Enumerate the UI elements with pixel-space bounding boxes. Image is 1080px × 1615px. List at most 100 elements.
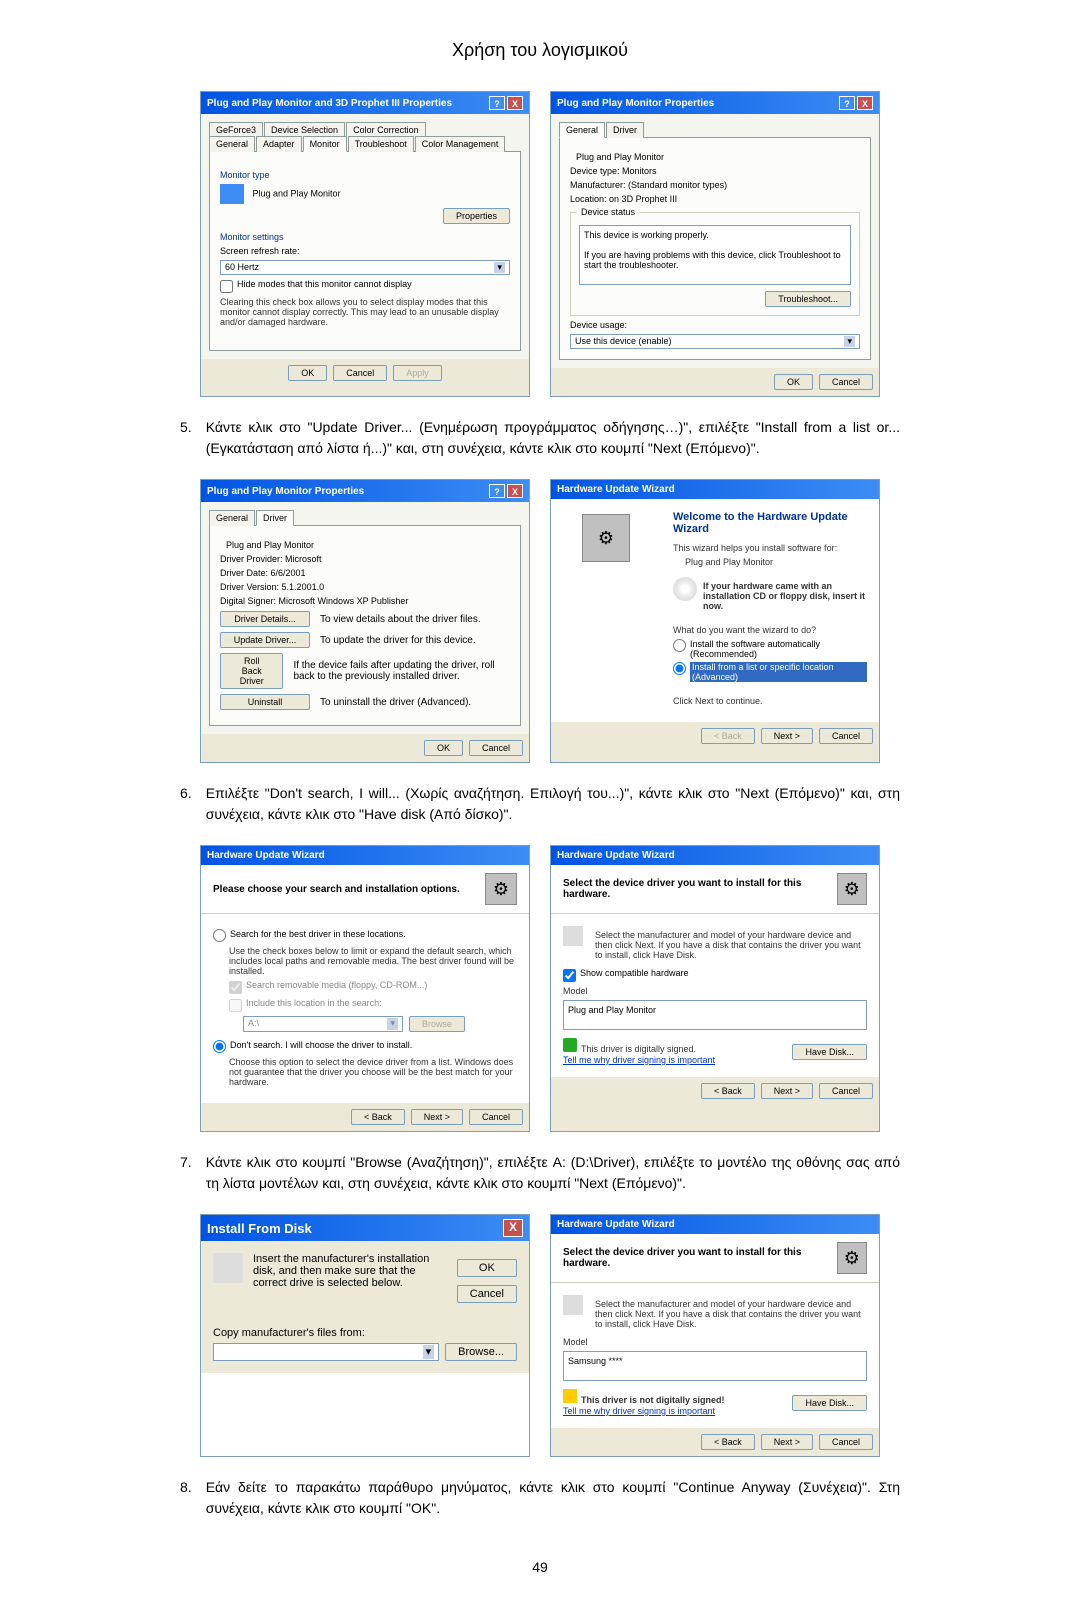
device-usage-value: Use this device (enable) <box>575 336 672 347</box>
provider-label: Driver Provider: <box>220 554 283 564</box>
step-text: Κάντε κλικ στο κουμπί "Browse (Αναζήτηση… <box>206 1152 900 1194</box>
tab-color-correction[interactable]: Color Correction <box>346 122 426 137</box>
next-button[interactable]: Next > <box>761 1434 813 1450</box>
refresh-rate-dropdown[interactable]: 60 Hertz ▾ <box>220 260 510 275</box>
cancel-button[interactable]: Cancel <box>333 365 387 381</box>
cancel-button[interactable]: Cancel <box>469 1109 523 1125</box>
why-signing-link[interactable]: Tell me why driver signing is important <box>563 1055 715 1065</box>
tab-geforce3[interactable]: GeForce3 <box>209 122 263 137</box>
driver-details-button[interactable]: Driver Details... <box>220 611 310 627</box>
dialog-title-bar: Hardware Update Wizard <box>201 846 529 865</box>
wizard-question: What do you want the wizard to do? <box>673 625 867 635</box>
tab-color-management[interactable]: Color Management <box>415 136 506 152</box>
close-icon[interactable]: X <box>503 1219 523 1237</box>
device-usage-dropdown[interactable]: Use this device (enable) ▾ <box>570 334 860 349</box>
model-listbox[interactable]: Plug and Play Monitor <box>563 1000 867 1030</box>
tab-general[interactable]: General <box>209 510 255 526</box>
dont-search-radio[interactable] <box>213 1040 226 1053</box>
device-status-help: If you are having problems with this dev… <box>584 250 846 270</box>
tab-driver[interactable]: Driver <box>606 122 644 138</box>
search-radio[interactable] <box>213 929 226 942</box>
monitor-type-label: Monitor type <box>220 170 510 180</box>
wizard-heading: Select the device driver you want to ins… <box>563 1247 837 1269</box>
driver-tab-dialog: Plug and Play Monitor Properties ? X Gen… <box>200 479 530 763</box>
include-location-checkbox <box>229 999 242 1012</box>
wizard-device: Plug and Play Monitor <box>685 557 867 567</box>
signed-icon <box>563 1038 577 1052</box>
model-item[interactable]: Plug and Play Monitor <box>568 1005 656 1015</box>
browse-button[interactable]: Browse... <box>445 1343 517 1361</box>
tab-general[interactable]: General <box>559 122 605 138</box>
cancel-button[interactable]: Cancel <box>457 1285 517 1303</box>
monitor-icon <box>563 1295 583 1315</box>
page-title: Χρήση του λογισμικού <box>0 40 1080 61</box>
tab-general[interactable]: General <box>209 136 255 152</box>
cancel-button[interactable]: Cancel <box>819 374 873 390</box>
screenshot-row-1: Plug and Play Monitor and 3D Prophet III… <box>180 91 900 397</box>
model-item[interactable]: Samsung **** <box>568 1356 623 1366</box>
rollback-driver-button[interactable]: Roll Back Driver <box>220 653 283 689</box>
tab-monitor[interactable]: Monitor <box>303 136 347 152</box>
why-signing-link[interactable]: Tell me why driver signing is important <box>563 1406 725 1416</box>
wizard-select-driver-samsung-dialog: Hardware Update Wizard Select the device… <box>550 1214 880 1457</box>
next-button[interactable]: Next > <box>761 1083 813 1099</box>
path-dropdown[interactable]: ▾ <box>213 1343 439 1361</box>
wizard-intro: This wizard helps you install software f… <box>673 543 867 553</box>
next-button[interactable]: Next > <box>761 728 813 744</box>
troubleshoot-button[interactable]: Troubleshoot... <box>765 291 851 307</box>
list-install-radio[interactable] <box>673 662 686 675</box>
tab-driver[interactable]: Driver <box>256 510 294 526</box>
ok-button[interactable]: OK <box>424 740 463 756</box>
have-disk-button[interactable]: Have Disk... <box>792 1044 867 1060</box>
date-value: 6/6/2001 <box>271 568 306 578</box>
close-icon[interactable]: X <box>857 96 873 110</box>
ok-button[interactable]: OK <box>774 374 813 390</box>
cancel-button[interactable]: Cancel <box>819 728 873 744</box>
removable-media-checkbox <box>229 981 242 994</box>
help-icon[interactable]: ? <box>839 96 855 110</box>
back-button[interactable]: < Back <box>351 1109 405 1125</box>
cancel-button[interactable]: Cancel <box>469 740 523 756</box>
wizard-search-options-dialog: Hardware Update Wizard Please choose you… <box>200 845 530 1132</box>
tab-adapter[interactable]: Adapter <box>256 136 302 152</box>
wizard-heading: Welcome to the Hardware Update Wizard <box>673 511 867 535</box>
chevron-down-icon: ▾ <box>844 336 855 347</box>
provider-value: Microsoft <box>285 554 322 564</box>
device-name: Plug and Play Monitor <box>226 540 314 550</box>
have-disk-button[interactable]: Have Disk... <box>792 1395 867 1411</box>
hide-modes-description: Clearing this check box allows you to se… <box>220 297 510 327</box>
hide-modes-checkbox[interactable] <box>220 280 233 293</box>
auto-install-radio[interactable] <box>673 639 686 652</box>
ok-button[interactable]: OK <box>288 365 327 381</box>
disk-instruction: Insert the manufacturer's installation d… <box>253 1253 447 1303</box>
close-icon[interactable]: X <box>507 96 523 110</box>
search-desc: Use the check boxes below to limit or ex… <box>229 946 517 976</box>
help-icon[interactable]: ? <box>489 484 505 498</box>
model-listbox[interactable]: Samsung **** <box>563 1351 867 1381</box>
dialog-title-bar: Hardware Update Wizard <box>551 1215 879 1234</box>
dialog-title-text: Hardware Update Wizard <box>557 1219 675 1230</box>
show-compatible-checkbox[interactable] <box>563 969 576 982</box>
properties-button[interactable]: Properties <box>443 208 510 224</box>
wizard-icon: ⚙ <box>837 873 867 905</box>
next-button[interactable]: Next > <box>411 1109 463 1125</box>
search-label: Search for the best driver in these loca… <box>230 929 406 939</box>
model-label: Model <box>563 986 867 996</box>
tab-device-selection[interactable]: Device Selection <box>264 122 345 137</box>
copy-from-label: Copy manufacturer's files from: <box>213 1327 517 1339</box>
cancel-button[interactable]: Cancel <box>819 1434 873 1450</box>
step-number: 8. <box>180 1477 192 1519</box>
update-driver-button[interactable]: Update Driver... <box>220 632 310 648</box>
uninstall-button[interactable]: Uninstall <box>220 694 310 710</box>
close-icon[interactable]: X <box>507 484 523 498</box>
tab-troubleshoot[interactable]: Troubleshoot <box>348 136 414 152</box>
cancel-button[interactable]: Cancel <box>819 1083 873 1099</box>
back-button[interactable]: < Back <box>701 1434 755 1450</box>
dialog-title-text: Plug and Play Monitor Properties <box>557 98 714 109</box>
ok-button[interactable]: OK <box>457 1259 517 1277</box>
help-icon[interactable]: ? <box>489 96 505 110</box>
device-status-text: This device is working properly. <box>584 230 846 240</box>
screenshot-row-3: Hardware Update Wizard Please choose you… <box>180 845 900 1132</box>
chevron-down-icon: ▾ <box>494 262 505 273</box>
back-button[interactable]: < Back <box>701 1083 755 1099</box>
